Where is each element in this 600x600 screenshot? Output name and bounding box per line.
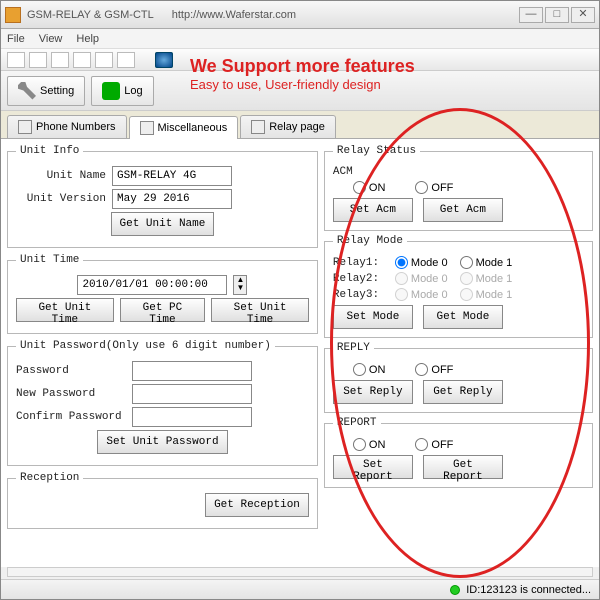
- password-input[interactable]: [132, 361, 252, 381]
- acm-label: ACM: [333, 166, 353, 178]
- set-mode-button[interactable]: Set Mode: [333, 305, 413, 329]
- icon-saveas[interactable]: [73, 52, 91, 68]
- acm-on-radio[interactable]: ON: [353, 181, 386, 194]
- unit-version-input[interactable]: [112, 189, 232, 209]
- unit-version-label: Unit Version: [16, 193, 106, 205]
- setting-button[interactable]: Setting: [7, 76, 85, 106]
- relay1-mode1-radio[interactable]: Mode 1: [460, 256, 513, 269]
- relay3-mode0-radio: Mode 0: [395, 288, 448, 301]
- status-text: ID:123123 is connected...: [466, 584, 591, 596]
- unit-info-group: Unit Info Unit Name Unit Version Get Uni…: [7, 145, 318, 248]
- confirm-password-label: Confirm Password: [16, 411, 126, 423]
- promo-line2: Easy to use, User-friendly design: [190, 77, 415, 92]
- statusbar: ID:123123 is connected...: [1, 579, 599, 599]
- window-url: http://www.Waferstar.com: [172, 9, 296, 21]
- horizontal-scrollbar[interactable]: [7, 567, 593, 577]
- relay-icon: [251, 120, 265, 134]
- tab-miscellaneous[interactable]: Miscellaneous: [129, 116, 239, 139]
- app-window: GSM-RELAY & GSM-CTL http://www.Waferstar…: [0, 0, 600, 600]
- relay-status-group: Relay Status ACM ON OFF Set Acm Get Acm: [324, 145, 593, 231]
- unit-time-group: Unit Time ▲▼ Get Unit Time Get PC Time S…: [7, 254, 318, 334]
- promo-line1: We Support more features: [190, 56, 415, 77]
- get-acm-button[interactable]: Get Acm: [423, 198, 503, 222]
- minimize-button[interactable]: —: [519, 7, 543, 23]
- menubar: File View Help: [1, 29, 599, 49]
- relay1-label: Relay1:: [333, 257, 383, 269]
- promo-headline: We Support more features Easy to use, Us…: [190, 56, 415, 92]
- acm-off-radio[interactable]: OFF: [415, 181, 453, 194]
- icon-save[interactable]: [51, 52, 69, 68]
- get-unit-name-button[interactable]: Get Unit Name: [111, 212, 215, 236]
- set-report-button[interactable]: Set Report: [333, 455, 413, 479]
- phone-icon: [18, 120, 32, 134]
- setting-label: Setting: [40, 85, 74, 97]
- menu-view[interactable]: View: [39, 33, 63, 45]
- reception-legend: Reception: [16, 472, 83, 484]
- tab-strip: Phone Numbers Miscellaneous Relay page: [1, 111, 599, 139]
- log-label: Log: [124, 85, 142, 97]
- tab-relay-page[interactable]: Relay page: [240, 115, 336, 138]
- new-password-input[interactable]: [132, 384, 252, 404]
- icon-refresh[interactable]: [117, 52, 135, 68]
- wave-icon: [102, 82, 120, 100]
- menu-help[interactable]: Help: [76, 33, 99, 45]
- relay3-label: Relay3:: [333, 289, 383, 301]
- status-dot-icon: [450, 585, 460, 595]
- icon-open[interactable]: [29, 52, 47, 68]
- set-acm-button[interactable]: Set Acm: [333, 198, 413, 222]
- reply-off-radio[interactable]: OFF: [415, 363, 453, 376]
- app-icon: [5, 7, 21, 23]
- get-unit-time-button[interactable]: Get Unit Time: [16, 298, 114, 322]
- get-reply-button[interactable]: Get Reply: [423, 380, 503, 404]
- password-label: Password: [16, 365, 126, 377]
- relay2-mode0-radio: Mode 0: [395, 272, 448, 285]
- close-button[interactable]: ✕: [571, 7, 595, 23]
- misc-icon: [140, 121, 154, 135]
- relay-mode-legend: Relay Mode: [333, 235, 407, 247]
- get-pc-time-button[interactable]: Get PC Time: [120, 298, 205, 322]
- set-reply-button[interactable]: Set Reply: [333, 380, 413, 404]
- new-password-label: New Password: [16, 388, 126, 400]
- reply-group: REPLY ON OFF Set Reply Get Reply: [324, 342, 593, 413]
- unit-time-legend: Unit Time: [16, 254, 83, 266]
- icon-device[interactable]: [95, 52, 113, 68]
- menu-file[interactable]: File: [7, 33, 25, 45]
- globe-icon[interactable]: [155, 52, 173, 68]
- unit-name-label: Unit Name: [16, 170, 106, 182]
- log-button[interactable]: Log: [91, 76, 153, 106]
- spinner-icon[interactable]: ▲▼: [233, 275, 247, 295]
- content-area: Unit Info Unit Name Unit Version Get Uni…: [1, 139, 599, 567]
- relay3-mode1-radio: Mode 1: [460, 288, 513, 301]
- titlebar: GSM-RELAY & GSM-CTL http://www.Waferstar…: [1, 1, 599, 29]
- set-unit-password-button[interactable]: Set Unit Password: [97, 430, 227, 454]
- tab-phone-numbers[interactable]: Phone Numbers: [7, 115, 127, 138]
- reply-legend: REPLY: [333, 342, 374, 354]
- set-unit-time-button[interactable]: Set Unit Time: [211, 298, 309, 322]
- icon-new[interactable]: [7, 52, 25, 68]
- get-reception-button[interactable]: Get Reception: [205, 493, 309, 517]
- report-on-radio[interactable]: ON: [353, 438, 386, 451]
- report-legend: REPORT: [333, 417, 381, 429]
- unit-password-legend: Unit Password(Only use 6 digit number): [16, 340, 275, 352]
- relay2-label: Relay2:: [333, 273, 383, 285]
- window-title: GSM-RELAY & GSM-CTL: [27, 9, 154, 21]
- maximize-button[interactable]: □: [545, 7, 569, 23]
- confirm-password-input[interactable]: [132, 407, 252, 427]
- unit-info-legend: Unit Info: [16, 145, 83, 157]
- get-report-button[interactable]: Get Report: [423, 455, 503, 479]
- report-off-radio[interactable]: OFF: [415, 438, 453, 451]
- relay-mode-group: Relay Mode Relay1: Mode 0 Mode 1 Relay2:…: [324, 235, 593, 338]
- wrench-icon: [18, 82, 36, 100]
- relay2-mode1-radio: Mode 1: [460, 272, 513, 285]
- report-group: REPORT ON OFF Set Report Get Report: [324, 417, 593, 488]
- get-mode-button[interactable]: Get Mode: [423, 305, 503, 329]
- reception-group: Reception Get Reception: [7, 472, 318, 529]
- reply-on-radio[interactable]: ON: [353, 363, 386, 376]
- relay1-mode0-radio[interactable]: Mode 0: [395, 256, 448, 269]
- unit-password-group: Unit Password(Only use 6 digit number) P…: [7, 340, 318, 466]
- unit-time-input[interactable]: [77, 275, 227, 295]
- relay-status-legend: Relay Status: [333, 145, 420, 157]
- unit-name-input[interactable]: [112, 166, 232, 186]
